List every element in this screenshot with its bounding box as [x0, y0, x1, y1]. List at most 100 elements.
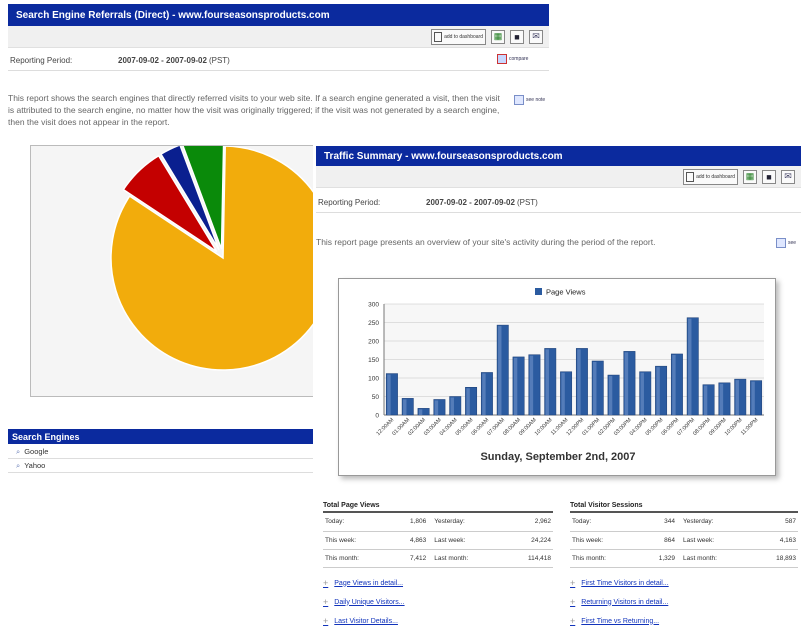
add-to-dashboard-label: add to dashboard	[444, 33, 483, 40]
bar-highlight	[640, 372, 644, 415]
bar-highlight	[387, 374, 391, 415]
dashboard-icon	[686, 171, 695, 182]
stat-label: Last month:	[428, 549, 505, 568]
excel-export-icon[interactable]: ▦	[743, 169, 757, 184]
dashboard-icon	[434, 31, 443, 42]
back-reporting-period: Reporting Period: 2007-09-02 - 2007-09-0…	[10, 52, 549, 68]
back-report-description: This report shows the search engines tha…	[8, 93, 500, 127]
compare-icon	[497, 54, 507, 64]
y-tick-label: 300	[368, 302, 379, 309]
legend-label: Page Views	[546, 288, 586, 297]
legend-swatch	[535, 288, 542, 295]
table-row: Today: 344 Yesterday: 587	[570, 513, 798, 532]
add-to-dashboard-button[interactable]: add to dashboard	[683, 168, 738, 185]
bar-highlight	[735, 380, 739, 415]
list-item-yahoo[interactable]: ⌕ Yahoo	[8, 459, 318, 473]
pie-chart-panel	[30, 136, 336, 397]
print-icon[interactable]: ■	[762, 169, 776, 184]
y-tick-label: 150	[368, 357, 379, 364]
stat-label: This week:	[570, 531, 640, 550]
last-visitor-details-link[interactable]: + Last Visitor Details...	[323, 612, 553, 631]
search-engines-header-label: Search Engines	[12, 431, 80, 442]
bar-highlight	[672, 354, 676, 415]
print-icon[interactable]: ■	[510, 29, 524, 44]
front-report-title-bar: Traffic Summary - www.fourseasonsproduct…	[316, 146, 801, 166]
link-label: Last Visitor Details...	[334, 617, 398, 625]
stat-value: 4,863	[391, 531, 429, 550]
bar-highlight	[418, 409, 423, 415]
page-views-detail-link[interactable]: + Page Views in detail...	[323, 574, 553, 593]
bar-highlight	[577, 349, 581, 415]
stat-value: 18,893	[754, 549, 798, 568]
bar-highlight	[403, 399, 407, 415]
page-views-title: Total Page Views	[323, 502, 553, 513]
search-engines-header: Search Engines	[8, 429, 318, 444]
plus-icon: +	[570, 578, 576, 588]
visitor-sessions-title: Total Visitor Sessions	[570, 502, 798, 513]
stat-label: Yesterday:	[428, 513, 505, 532]
excel-export-icon[interactable]: ▦	[491, 29, 505, 44]
visitor-sessions-summary: Total Visitor Sessions Today: 344 Yester…	[570, 502, 798, 631]
help-label: see	[788, 240, 797, 246]
link-label: Daily Unique Visitors...	[334, 598, 405, 606]
y-tick-label: 200	[368, 339, 379, 346]
email-icon[interactable]: ✉	[529, 29, 543, 44]
help-link[interactable]: see	[776, 238, 796, 248]
table-row: This month: 7,412 Last month: 114,418	[323, 549, 553, 568]
divider	[316, 212, 801, 213]
stat-value: 344	[639, 513, 677, 532]
stat-value: 1,806	[391, 513, 429, 532]
list-item-google[interactable]: ⌕ Google	[8, 445, 318, 459]
bar-highlight	[593, 361, 597, 415]
stat-value: 864	[639, 531, 677, 550]
daily-unique-visitors-link[interactable]: + Daily Unique Visitors...	[323, 593, 553, 612]
stat-label: Last week:	[677, 531, 755, 550]
y-tick-label: 250	[368, 320, 379, 327]
first-time-visitors-link[interactable]: + First Time Visitors in detail...	[570, 574, 798, 593]
pie-chart	[110, 136, 336, 371]
compare-button[interactable]: compare	[497, 54, 528, 64]
bar-highlight	[656, 367, 660, 415]
front-report-description: This report page presents an overview of…	[316, 237, 656, 247]
stat-label: Last month:	[677, 549, 755, 568]
help-note-link[interactable]: see note	[514, 95, 545, 105]
table-row: This week: 864 Last week: 4,163	[570, 531, 798, 550]
y-tick-label: 100	[368, 376, 379, 383]
magnifier-icon: ⌕	[16, 460, 21, 470]
bar-highlight	[688, 318, 692, 415]
visitor-sessions-links: + First Time Visitors in detail... + Retur…	[570, 574, 798, 631]
chart-title: Sunday, September 2nd, 2007	[480, 451, 635, 463]
stat-value: 7,412	[391, 549, 429, 568]
link-label: First Time Visitors in detail...	[581, 579, 669, 587]
chart-legend: Page Views	[535, 288, 586, 297]
stat-value: 114,418	[504, 549, 553, 568]
add-to-dashboard-label: add to dashboard	[696, 173, 735, 180]
link-label: Returning Visitors in detail...	[581, 598, 669, 606]
bar-highlight	[561, 372, 565, 415]
y-tick-label: 50	[372, 394, 380, 401]
email-icon[interactable]: ✉	[781, 169, 795, 184]
engine-name: Yahoo	[24, 461, 46, 470]
visitor-sessions-table: Today: 344 Yesterday: 587 This week: 864…	[570, 513, 798, 568]
page-views-links: + Page Views in detail... + Daily Unique V…	[323, 574, 553, 631]
plus-icon: +	[570, 597, 576, 607]
page-views-bar-chart: 05010015020025030012:00AM01:00AM02:00AM0…	[368, 288, 764, 463]
link-label: First Time vs Returning...	[581, 617, 660, 625]
bar-highlight	[466, 388, 470, 415]
stat-value: 24,224	[504, 531, 553, 550]
back-report-toolbar: add to dashboard ▦ ■ ✉	[8, 26, 549, 48]
bar-highlight	[624, 352, 629, 415]
front-report-title: Traffic Summary - www.fourseasonsproduct…	[324, 150, 563, 162]
period-timezone: (PST)	[516, 197, 538, 207]
note-icon	[776, 238, 786, 248]
plus-icon: +	[323, 578, 329, 588]
stat-value: 1,329	[639, 549, 677, 568]
engine-name: Google	[24, 447, 49, 456]
plus-icon: +	[570, 616, 576, 626]
stat-label: Last week:	[428, 531, 505, 550]
period-value: 2007-09-02 - 2007-09-02	[118, 55, 207, 65]
add-to-dashboard-button[interactable]: add to dashboard	[431, 28, 486, 45]
first-time-vs-returning-link[interactable]: + First Time vs Returning...	[570, 612, 798, 631]
back-report-title: Search Engine Referrals (Direct) - www.f…	[16, 9, 330, 21]
returning-visitors-link[interactable]: + Returning Visitors in detail...	[570, 593, 798, 612]
